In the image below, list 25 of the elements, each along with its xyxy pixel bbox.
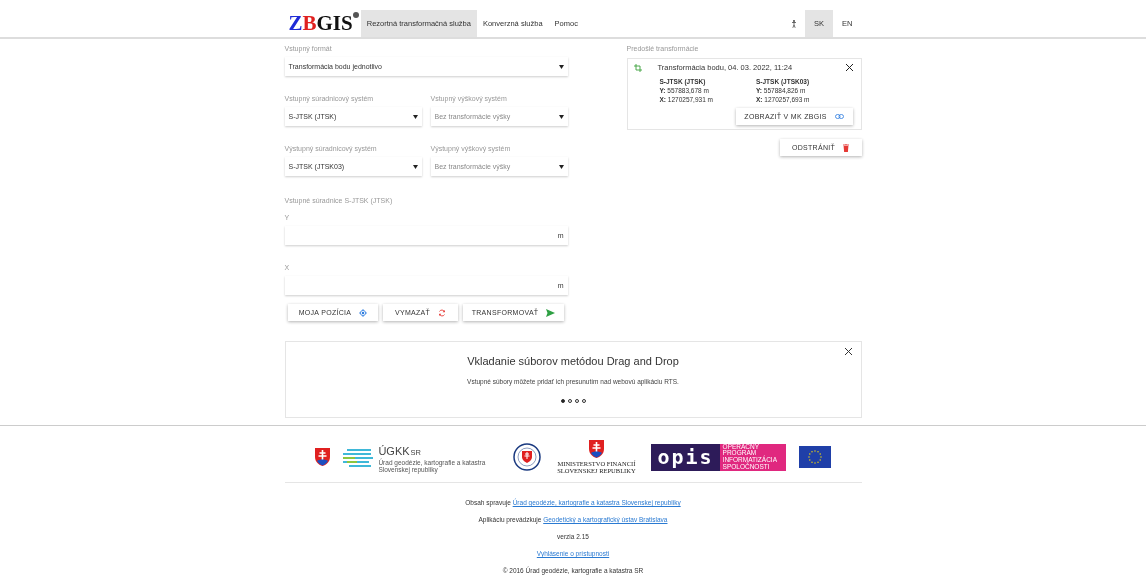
target-icon — [359, 308, 368, 317]
carousel-dot[interactable] — [574, 399, 579, 403]
seal-icon — [513, 443, 542, 471]
dropdown-caret-icon — [558, 114, 564, 119]
coat-of-arms-icon — [588, 440, 604, 458]
dropdown-caret-icon — [558, 64, 564, 69]
trash-icon — [843, 143, 850, 152]
coat-of-arms-icon — [315, 448, 331, 466]
dropdown-caret-icon — [412, 164, 418, 169]
close-icon[interactable] — [845, 64, 853, 71]
eu-flag-icon — [798, 446, 831, 468]
close-icon[interactable] — [843, 347, 853, 356]
carousel-title: Vkladanie súborov metódou Drag and Drop — [467, 355, 679, 367]
refresh-icon — [438, 308, 447, 317]
dropdown-caret-icon — [412, 114, 418, 119]
logo[interactable]: ZBGIS — [284, 10, 361, 37]
waves-icon — [343, 447, 376, 467]
carousel-dot[interactable] — [560, 399, 565, 403]
logo-text: ÚGKK — [378, 445, 410, 457]
link-icon — [834, 114, 844, 119]
dropdown-caret-icon — [558, 164, 564, 169]
carousel-dot[interactable] — [567, 399, 572, 403]
send-icon — [546, 308, 556, 317]
registered-mark-icon — [352, 12, 359, 18]
carousel-dot[interactable] — [581, 399, 586, 403]
